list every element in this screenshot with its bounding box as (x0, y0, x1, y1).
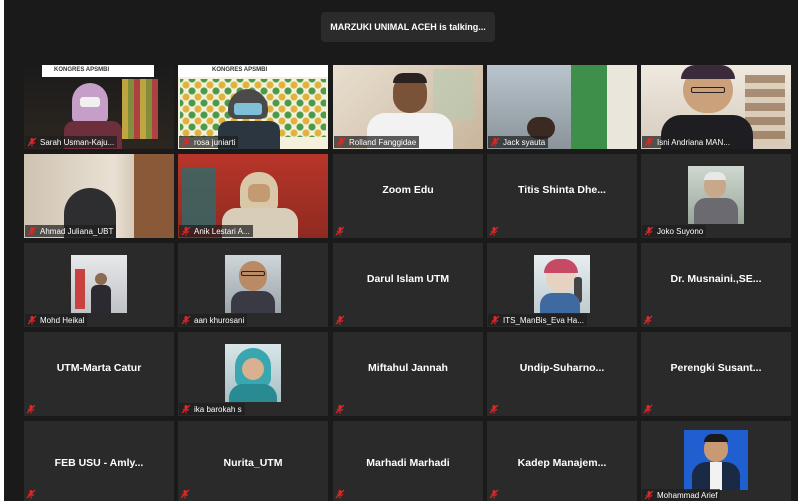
profile-photo (225, 344, 281, 402)
zoom-gallery-view: MARZUKI UNIMAL ACEH is talking... KONGRE… (4, 0, 798, 501)
participant-display-name: Marhadi Marhadi (366, 457, 450, 469)
participant-name-tag: Ahmad Juliana_UBT (25, 225, 117, 237)
mic-muted-icon (335, 315, 345, 325)
mic-muted-icon (181, 404, 191, 414)
profile-photo (688, 166, 744, 224)
participant-tile-aan[interactable]: aan khurosani (178, 243, 328, 327)
mic-muted-icon (336, 137, 346, 147)
mic-muted-icon (27, 315, 37, 325)
participant-display-name: Zoom Edu (382, 184, 434, 196)
mic-muted-icon (181, 315, 191, 325)
participant-tile-undip[interactable]: Undip-Suharno... (487, 332, 637, 416)
participant-name-tag: Joko Suyono (642, 225, 707, 237)
participant-tile-musnaini[interactable]: Dr. Musnaini.,SE... (641, 243, 791, 327)
participant-tile-titis[interactable]: Titis Shinta Dhe... (487, 154, 637, 238)
participant-name-tag: ika barokah s (179, 403, 245, 415)
profile-photo (534, 255, 590, 313)
mic-muted-icon (490, 137, 500, 147)
participant-tile-mohd-heikal[interactable]: Mohd Heikal (24, 243, 174, 327)
participant-tile-joko[interactable]: Joko Suyono (641, 154, 791, 238)
mic-muted-icon (644, 490, 654, 500)
participant-tile-darul-islam[interactable]: Darul Islam UTM (333, 243, 483, 327)
participant-tile-zoom-edu[interactable]: Zoom Edu (333, 154, 483, 238)
mic-muted-icon (181, 226, 191, 236)
participant-tile-anik[interactable]: Anik Lestari A... (178, 154, 328, 238)
participant-name-tag: Rolland Fanggidae (334, 136, 420, 148)
mic-muted-icon (335, 226, 345, 236)
participant-tile-nurita[interactable]: Nurita_UTM (178, 421, 328, 501)
participant-name-tag: Mohd Heikal (25, 314, 88, 326)
mic-muted-icon (335, 404, 345, 414)
participant-tile-feb-usu[interactable]: FEB USU - Amly... (24, 421, 174, 501)
participant-name-tag: Isni Andriana MAN... (642, 136, 733, 148)
participant-name-tag: aan khurosani (179, 314, 248, 326)
mic-muted-icon (490, 315, 500, 325)
mic-muted-icon (27, 226, 37, 236)
participant-display-name: Titis Shinta Dhe... (518, 184, 606, 196)
mic-muted-icon (489, 489, 499, 499)
profile-photo (225, 255, 281, 313)
mic-muted-icon (27, 137, 37, 147)
participant-tile-isni[interactable]: Isni Andriana MAN... (641, 65, 791, 149)
mic-muted-icon (489, 226, 499, 236)
profile-photo (684, 430, 748, 490)
participant-name-tag: Mohammad Arief (642, 489, 721, 501)
participant-tile-jack[interactable]: Jack syauta (487, 65, 637, 149)
kongres-banner-text: KONGRES APSMBI (54, 67, 110, 73)
participant-display-name: Perengki Susant... (670, 362, 762, 374)
mic-muted-icon (489, 404, 499, 414)
participant-tile-mohammad-arief[interactable]: Mohammad Arief (641, 421, 791, 501)
participant-tile-sarah[interactable]: KONGRES APSMBI Sarah Usman-Kaju... (24, 65, 174, 149)
mic-muted-icon (26, 404, 36, 414)
mic-muted-icon (180, 489, 190, 499)
participant-tile-utm-marta[interactable]: UTM-Marta Catur (24, 332, 174, 416)
kongres-banner-text: KONGRES APSMBI (212, 67, 268, 73)
participant-name-tag: ITS_ManBis_Eva Ha... (488, 314, 587, 326)
participant-tile-ahmad[interactable]: Ahmad Juliana_UBT (24, 154, 174, 238)
participant-display-name: Kadep Manajem... (517, 457, 607, 469)
participant-tile-its-eva[interactable]: ITS_ManBis_Eva Ha... (487, 243, 637, 327)
participant-display-name: Dr. Musnaini.,SE... (670, 273, 762, 285)
mic-muted-icon (644, 226, 654, 236)
participant-display-name: FEB USU - Amly... (54, 457, 144, 469)
mic-muted-icon (335, 489, 345, 499)
mic-muted-icon (26, 489, 36, 499)
participant-display-name: Miftahul Jannah (368, 362, 448, 374)
mic-muted-icon (643, 315, 653, 325)
profile-photo (71, 255, 127, 313)
participant-tile-rolland[interactable]: Rolland Fanggidae (333, 65, 483, 149)
participant-name-tag: rosa juniarti (179, 136, 239, 148)
mic-muted-icon (643, 404, 653, 414)
participant-tile-marhadi[interactable]: Marhadi Marhadi (333, 421, 483, 501)
participant-tile-rosa[interactable]: KONGRES APSMBI rosa juniarti (178, 65, 328, 149)
mic-muted-icon (644, 137, 654, 147)
participant-tile-perengki[interactable]: Perengki Susant... (641, 332, 791, 416)
participant-display-name: Darul Islam UTM (366, 273, 450, 285)
mic-muted-icon (181, 137, 191, 147)
participant-display-name: Undip-Suharno... (519, 362, 605, 374)
participant-tile-ika[interactable]: ika barokah s (178, 332, 328, 416)
participant-tile-kadep[interactable]: Kadep Manajem... (487, 421, 637, 501)
active-speaker-banner: MARZUKI UNIMAL ACEH is talking... (321, 12, 495, 42)
participant-name-tag: Jack syauta (488, 136, 549, 148)
participant-name-tag: Anik Lestari A... (179, 225, 253, 237)
participant-tile-miftahul[interactable]: Miftahul Jannah (333, 332, 483, 416)
participant-display-name: UTM-Marta Catur (56, 362, 142, 374)
participant-display-name: Nurita_UTM (223, 457, 283, 469)
participant-name-tag: Sarah Usman-Kaju... (25, 136, 118, 148)
